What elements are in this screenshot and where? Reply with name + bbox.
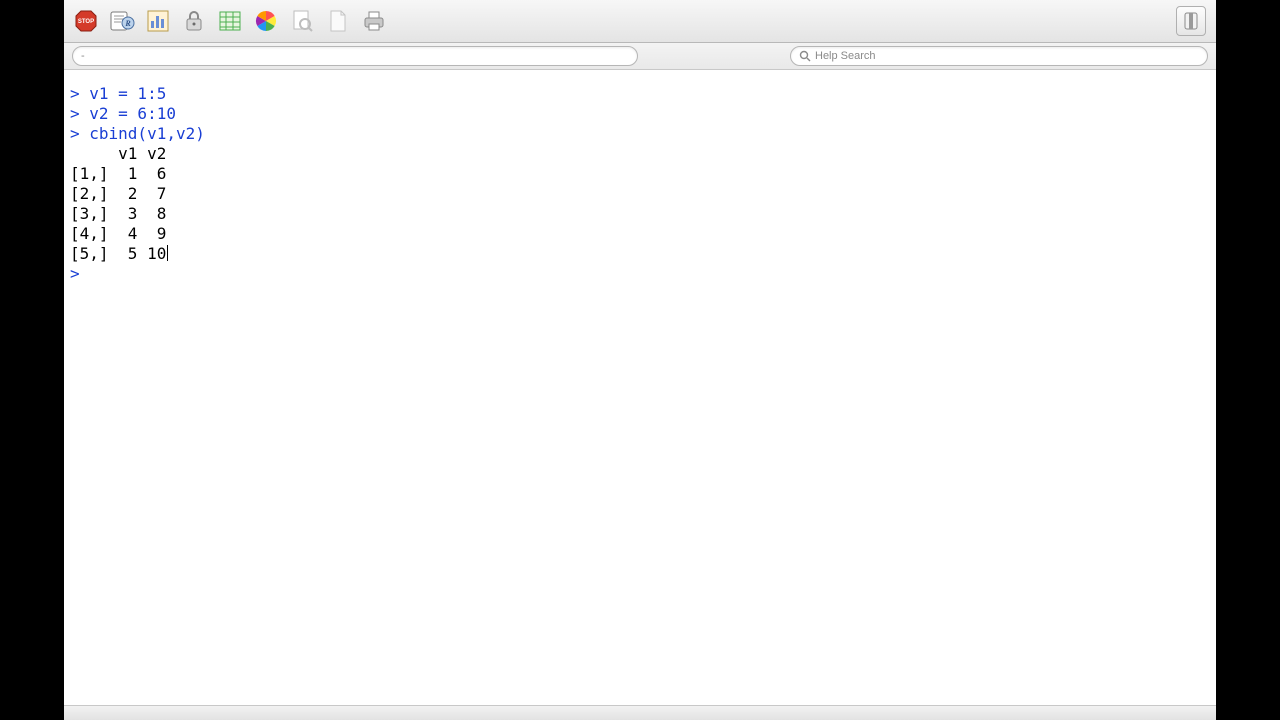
newdoc-icon	[327, 9, 349, 33]
expression-input[interactable]: -	[72, 46, 638, 66]
stop-icon: STOP	[74, 9, 98, 33]
colorwheel-icon	[254, 9, 278, 33]
r-console-window: STOP R	[64, 0, 1216, 720]
search-icon	[799, 50, 811, 62]
source-icon: R	[109, 9, 135, 33]
stop-button[interactable]: STOP	[70, 5, 102, 37]
status-bar	[64, 705, 1216, 720]
help-search-placeholder: Help Search	[815, 50, 876, 62]
expression-and-search-row: - Help Search	[64, 43, 1216, 70]
lock-icon	[183, 9, 205, 33]
print-button[interactable]	[358, 5, 390, 37]
print-icon	[362, 9, 386, 33]
barchart-icon	[146, 9, 170, 33]
lock-button[interactable]	[178, 5, 210, 37]
colorwheel-button[interactable]	[250, 5, 282, 37]
toolbar: STOP R	[64, 0, 1216, 43]
barchart-button[interactable]	[142, 5, 174, 37]
source-button[interactable]: R	[106, 5, 138, 37]
preview-icon	[290, 9, 314, 33]
expression-value: -	[81, 50, 85, 62]
newdoc-button[interactable]	[322, 5, 354, 37]
help-search-input[interactable]: Help Search	[790, 46, 1208, 66]
svg-text:R: R	[124, 19, 131, 28]
spreadsheet-button[interactable]	[214, 5, 246, 37]
text-caret	[167, 245, 168, 261]
spreadsheet-icon	[218, 9, 242, 33]
preview-button[interactable]	[286, 5, 318, 37]
sidebar-toggle-icon	[1184, 12, 1198, 30]
sidebar-toggle-button[interactable]	[1176, 6, 1206, 36]
console-output[interactable]: > v1 = 1:5 > v2 = 6:10 > cbind(v1,v2) v1…	[64, 70, 1216, 705]
svg-text:STOP: STOP	[78, 19, 94, 25]
